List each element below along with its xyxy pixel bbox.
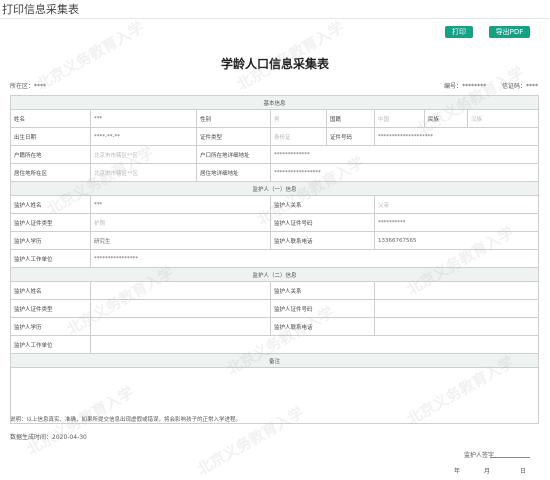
- field-value: 父亲: [373, 195, 540, 214]
- table-row: 监护人姓名 *** 监护人关系 父亲: [10, 195, 540, 214]
- field-label: 证件类型: [196, 127, 271, 146]
- field-label: 居住地所在区: [10, 163, 91, 182]
- district-value: ****: [34, 83, 47, 90]
- field-value: [373, 299, 540, 318]
- field-label: 监护人学历: [10, 317, 91, 336]
- field-label: 证件号码: [326, 127, 375, 146]
- field-value: *************: [269, 145, 540, 164]
- cert-label: 信证码：: [501, 83, 526, 90]
- field-value: 北京市市辖区**区: [90, 145, 197, 164]
- print-button[interactable]: 打印: [445, 26, 473, 38]
- field-label: 监护人学历: [10, 231, 91, 250]
- table-row: 姓名 *** 性别 男 国籍 中国 民族 汉族: [10, 109, 540, 128]
- field-label: 监护人工作单位: [10, 335, 91, 354]
- field-label: 监护人姓名: [10, 195, 91, 214]
- field-value: [90, 281, 271, 300]
- field-label: 户口所在地详细地址: [196, 145, 271, 164]
- field-label: 监护人证件类型: [10, 299, 91, 318]
- section-header: 监护人（一）信息: [9, 181, 540, 196]
- field-label: 监护人姓名: [10, 281, 91, 300]
- field-label: 监护人关系: [270, 195, 375, 214]
- field-label: 监护人证件号码: [270, 213, 375, 232]
- field-value: ****-**-**: [90, 127, 197, 146]
- field-value: [89, 335, 540, 354]
- number-label: 编号：: [444, 83, 463, 90]
- field-label: 监护人证件号码: [270, 299, 375, 318]
- cert-value: ****: [526, 83, 538, 90]
- footer-note: 说明：以上信息真实、准确，如果所提交信息出现虚假或错误，将会影响孩子的正常入学进…: [10, 417, 242, 423]
- field-value: *****************: [269, 163, 540, 182]
- field-label: 监护人联系电话: [270, 231, 375, 250]
- field-value: 研究生: [90, 231, 271, 250]
- field-label: 监护人关系: [270, 281, 375, 300]
- field-label: 户籍所在地: [10, 145, 91, 164]
- field-value: 13366767565: [373, 231, 540, 250]
- form-number-info: 编号：******** 信证码：****: [430, 81, 538, 90]
- section-header: 基本信息: [9, 95, 540, 110]
- page-title: 打印信息采集表: [2, 3, 79, 16]
- field-label: 监护人联系电话: [270, 317, 375, 336]
- date-month-label: 月: [484, 468, 491, 475]
- form-title: 学龄人口信息采集表: [220, 57, 329, 71]
- field-value: ***: [90, 195, 271, 214]
- basic-section-title: 基本信息: [9, 95, 540, 110]
- field-label: 出生日期: [10, 127, 91, 146]
- top-bar: 打印信息采集表: [0, 0, 550, 19]
- field-value: [373, 317, 540, 336]
- table-row: 监护人学历 监护人联系电话: [10, 317, 540, 336]
- field-value: **********: [373, 213, 540, 232]
- field-value: 北京市市辖区**区: [90, 163, 197, 182]
- table-row: 监护人工作单位 ****************: [10, 249, 540, 268]
- guardian2-section-title: 监护人（二）信息: [9, 267, 540, 282]
- guardian1-section-title: 监护人（一）信息: [9, 181, 540, 196]
- field-value: [373, 281, 540, 300]
- field-value: ********************: [373, 127, 540, 146]
- table-row: 监护人证件类型 护照 监护人证件号码 **********: [10, 213, 540, 232]
- date-day-label: 日: [520, 468, 527, 475]
- field-label: 民族: [424, 109, 468, 128]
- table-row: 监护人证件类型 监护人证件号码: [10, 299, 540, 318]
- table-row: 出生日期 ****-**-** 证件类型 身份证 证件号码 **********…: [10, 127, 540, 146]
- field-value: 汉族: [466, 109, 540, 128]
- field-label: 姓名: [10, 109, 91, 128]
- district-info: 所在区：****: [10, 81, 46, 90]
- field-label: 国籍: [326, 109, 375, 128]
- generated-time: 数据生成时间：2020-04-30: [10, 434, 87, 441]
- section-header: 备注: [9, 353, 540, 368]
- field-value: ***: [90, 109, 197, 128]
- field-label: 监护人证件类型: [10, 213, 91, 232]
- export-pdf-button[interactable]: 导出PDF: [489, 26, 530, 38]
- date-year-label: 年: [454, 468, 461, 475]
- field-value: 中国: [374, 109, 425, 128]
- section-header: 监护人（二）信息: [9, 267, 540, 282]
- number-value: ********: [462, 83, 487, 90]
- field-value: 护照: [90, 213, 271, 232]
- field-value: 身份证: [270, 127, 327, 146]
- signature-line: [490, 457, 530, 458]
- field-label: 性别: [196, 109, 271, 128]
- field-value: ****************: [89, 249, 540, 268]
- district-label: 所在区：: [10, 83, 35, 90]
- field-label: 居住地详细地址: [196, 163, 271, 182]
- remarks-section-title: 备注: [9, 353, 540, 368]
- table-row: 居住地所在区 北京市市辖区**区 居住地详细地址 ***************…: [10, 163, 540, 182]
- table-row: 监护人工作单位: [10, 335, 540, 354]
- field-value: 男: [270, 109, 327, 128]
- table-row: 监护人姓名 监护人关系: [10, 281, 540, 300]
- field-value: [90, 299, 271, 318]
- field-label: 监护人工作单位: [10, 249, 91, 268]
- table-row: 监护人学历 研究生 监护人联系电话 13366767565: [10, 231, 540, 250]
- info-form-table: 基本信息 姓名 *** 性别 男 国籍 中国 民族 汉族 出生日期 ****-*…: [9, 95, 540, 424]
- table-row: 户籍所在地 北京市市辖区**区 户口所在地详细地址 *************: [10, 145, 540, 164]
- field-value: [90, 317, 271, 336]
